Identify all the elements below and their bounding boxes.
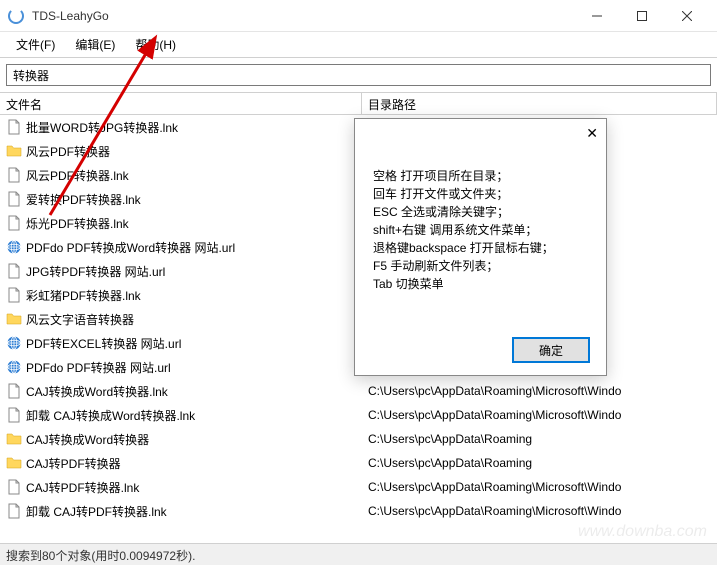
help-line: ESC 全选或清除关键字； [373, 203, 588, 221]
searchbar [0, 58, 717, 93]
table-row[interactable]: CAJ转PDF转换器 C:\Users\pc\AppData\Roaming [0, 451, 717, 475]
file-name: CAJ转换成Word转换器 [26, 431, 149, 448]
folder-icon [6, 143, 22, 159]
dialog-ok-button[interactable]: 确定 [512, 337, 590, 363]
file-name: 风云PDF转换器 [26, 143, 110, 160]
statusbar: 搜索到80个对象(用时0.0094972秒). [0, 543, 717, 565]
file-name: CAJ转PDF转换器.lnk [26, 479, 139, 496]
table-row[interactable]: 卸载 CAJ转换成Word转换器.lnk C:\Users\pc\AppData\… [0, 403, 717, 427]
table-row[interactable]: 卸载 CAJ转PDF转换器.lnk C:\Users\pc\AppData\Roa… [0, 499, 717, 523]
file-name: JPG转PDF转换器 网站.url [26, 263, 165, 280]
folder-icon [6, 311, 22, 327]
file-name: CAJ转PDF转换器 [26, 455, 121, 472]
window-title: TDS-LeahyGo [32, 9, 574, 23]
help-dialog: ✕ 空格 打开项目所在目录；回车 打开文件或文件夹；ESC 全选或清除关键字；s… [354, 118, 607, 376]
file-name: PDFdo PDF转换器 网站.url [26, 359, 171, 376]
file-path: C:\Users\pc\AppData\Roaming\Microsoft\Wi… [362, 504, 717, 518]
file-name: 风云文字语音转换器 [26, 311, 134, 328]
file-name: 彩虹猪PDF转换器.lnk [26, 287, 141, 304]
file-icon [6, 287, 22, 303]
file-name: PDFdo PDF转换成Word转换器 网站.url [26, 239, 235, 256]
file-path: C:\Users\pc\AppData\Roaming [362, 456, 717, 470]
file-icon [6, 263, 22, 279]
file-icon [6, 479, 22, 495]
file-name: 批量WORD转JPG转换器.lnk [26, 119, 178, 136]
menu-edit[interactable]: 编辑(E) [65, 33, 125, 56]
dialog-content: 空格 打开项目所在目录；回车 打开文件或文件夹；ESC 全选或清除关键字；shi… [355, 119, 606, 303]
file-icon [6, 167, 22, 183]
file-icon [6, 407, 22, 423]
file-name: 爱转换PDF转换器.lnk [26, 191, 141, 208]
help-line: shift+右键 调用系统文件菜单； [373, 221, 588, 239]
file-name: 风云PDF转换器.lnk [26, 167, 129, 184]
dialog-close-button[interactable]: ✕ [586, 125, 598, 142]
column-header-name[interactable]: 文件名 [0, 93, 362, 114]
minimize-button[interactable] [574, 1, 619, 31]
file-name: 卸载 CAJ转换成Word转换器.lnk [26, 407, 195, 424]
help-line: 回车 打开文件或文件夹； [373, 185, 588, 203]
menubar: 文件(F) 编辑(E) 帮助(H) [0, 32, 717, 58]
menu-file[interactable]: 文件(F) [6, 33, 65, 56]
file-icon [6, 215, 22, 231]
folder-icon [6, 455, 22, 471]
file-icon [6, 383, 22, 399]
file-name: CAJ转换成Word转换器.lnk [26, 383, 168, 400]
column-headers: 文件名 目录路径 [0, 93, 717, 115]
help-line: F5 手动刷新文件列表； [373, 257, 588, 275]
help-line: Tab 切换菜单 [373, 275, 588, 293]
folder-icon [6, 431, 22, 447]
help-line: 空格 打开项目所在目录； [373, 167, 588, 185]
file-path: C:\Users\pc\AppData\Roaming\Microsoft\Wi… [362, 384, 717, 398]
file-path: C:\Users\pc\AppData\Roaming\Microsoft\Wi… [362, 408, 717, 422]
file-path: C:\Users\pc\AppData\Roaming\Microsoft\Wi… [362, 480, 717, 494]
file-icon [6, 503, 22, 519]
app-logo-icon [8, 8, 24, 24]
maximize-button[interactable] [619, 1, 664, 31]
titlebar: TDS-LeahyGo [0, 0, 717, 32]
file-name: 烁光PDF转换器.lnk [26, 215, 129, 232]
globe-icon [6, 359, 22, 375]
menu-help[interactable]: 帮助(H) [125, 33, 186, 56]
file-path: C:\Users\pc\AppData\Roaming [362, 432, 717, 446]
globe-icon [6, 239, 22, 255]
close-button[interactable] [664, 1, 709, 31]
column-header-path[interactable]: 目录路径 [362, 93, 717, 114]
file-icon [6, 119, 22, 135]
table-row[interactable]: CAJ转换成Word转换器.lnk C:\Users\pc\AppData\Roa… [0, 379, 717, 403]
file-icon [6, 191, 22, 207]
search-input[interactable] [6, 64, 711, 86]
globe-icon [6, 335, 22, 351]
file-name: 卸载 CAJ转PDF转换器.lnk [26, 503, 167, 520]
file-name: PDF转EXCEL转换器 网站.url [26, 335, 181, 352]
help-line: 退格键backspace 打开鼠标右键； [373, 239, 588, 257]
table-row[interactable]: CAJ转换成Word转换器 C:\Users\pc\AppData\Roaming [0, 427, 717, 451]
table-row[interactable]: CAJ转PDF转换器.lnk C:\Users\pc\AppData\Roamin… [0, 475, 717, 499]
